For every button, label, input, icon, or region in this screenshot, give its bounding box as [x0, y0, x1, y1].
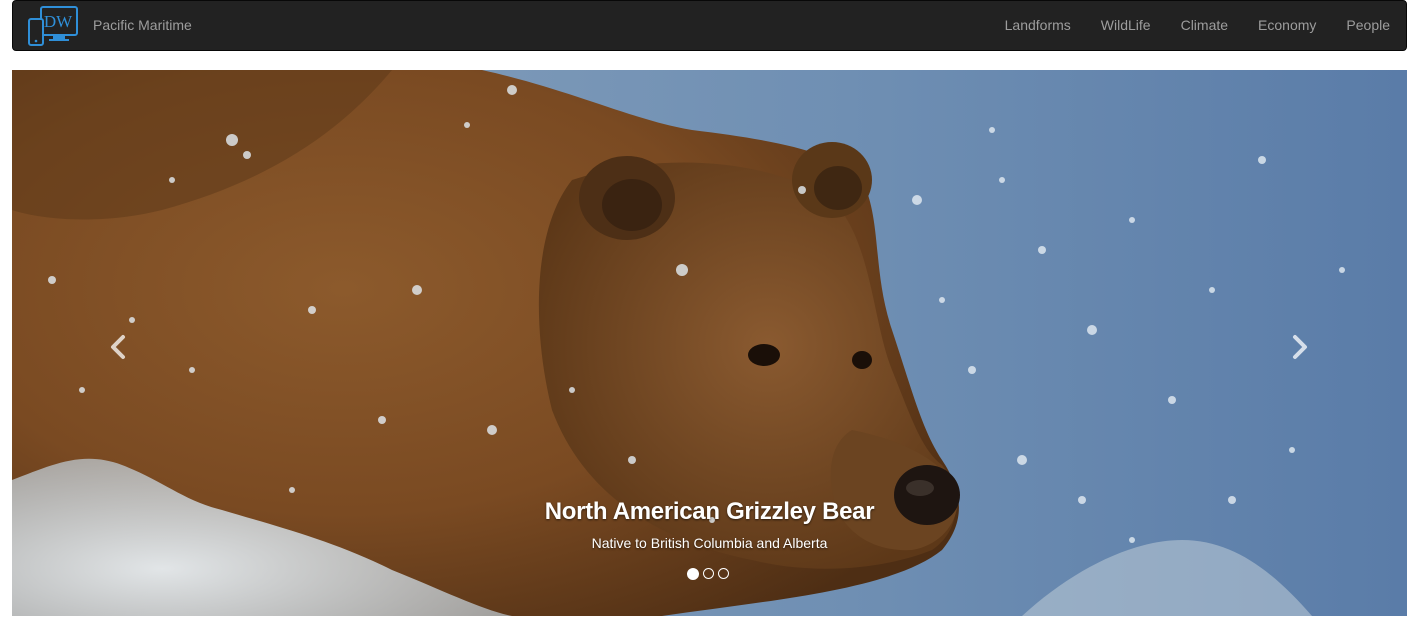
carousel-prev-button[interactable]: [104, 332, 134, 362]
main-nav: Landforms WildLife Climate Economy Peopl…: [975, 1, 1390, 51]
nav-item-people: People: [1346, 17, 1390, 35]
carousel-caption: North American Grizzley Bear Native to B…: [12, 498, 1407, 551]
caption-title: North American Grizzley Bear: [544, 498, 875, 525]
nav-link-people[interactable]: People: [1346, 17, 1390, 33]
carousel-indicators: [687, 567, 729, 580]
caption-text: Native to British Columbia and Alberta: [591, 535, 828, 551]
nav-link-economy[interactable]: Economy: [1258, 17, 1316, 33]
logo-lettering: DW: [44, 12, 73, 31]
chevron-right-icon: [1293, 335, 1307, 359]
brand-link[interactable]: DW: [27, 5, 79, 47]
top-navbar: DW Pacific Maritime Landforms WildLife C…: [12, 0, 1407, 51]
nav-item-wildlife: WildLife: [1101, 17, 1151, 35]
carousel-next-button[interactable]: [1284, 332, 1314, 362]
carousel-indicator-3[interactable]: [718, 568, 729, 579]
nav-link-wildlife[interactable]: WildLife: [1101, 17, 1151, 33]
nav-item-economy: Economy: [1258, 17, 1316, 35]
brand-title[interactable]: Pacific Maritime: [93, 17, 192, 33]
devices-logo-icon: DW: [28, 6, 78, 46]
nav-item-climate: Climate: [1181, 17, 1228, 35]
chevron-left-icon: [111, 335, 125, 359]
hero-carousel: North American Grizzley Bear Native to B…: [12, 70, 1407, 616]
nav-link-climate[interactable]: Climate: [1181, 17, 1228, 33]
carousel-indicator-1[interactable]: [687, 567, 699, 580]
nav-link-landforms[interactable]: Landforms: [1005, 17, 1071, 33]
nav-item-landforms: Landforms: [1005, 17, 1071, 35]
carousel-indicator-2[interactable]: [703, 568, 714, 579]
